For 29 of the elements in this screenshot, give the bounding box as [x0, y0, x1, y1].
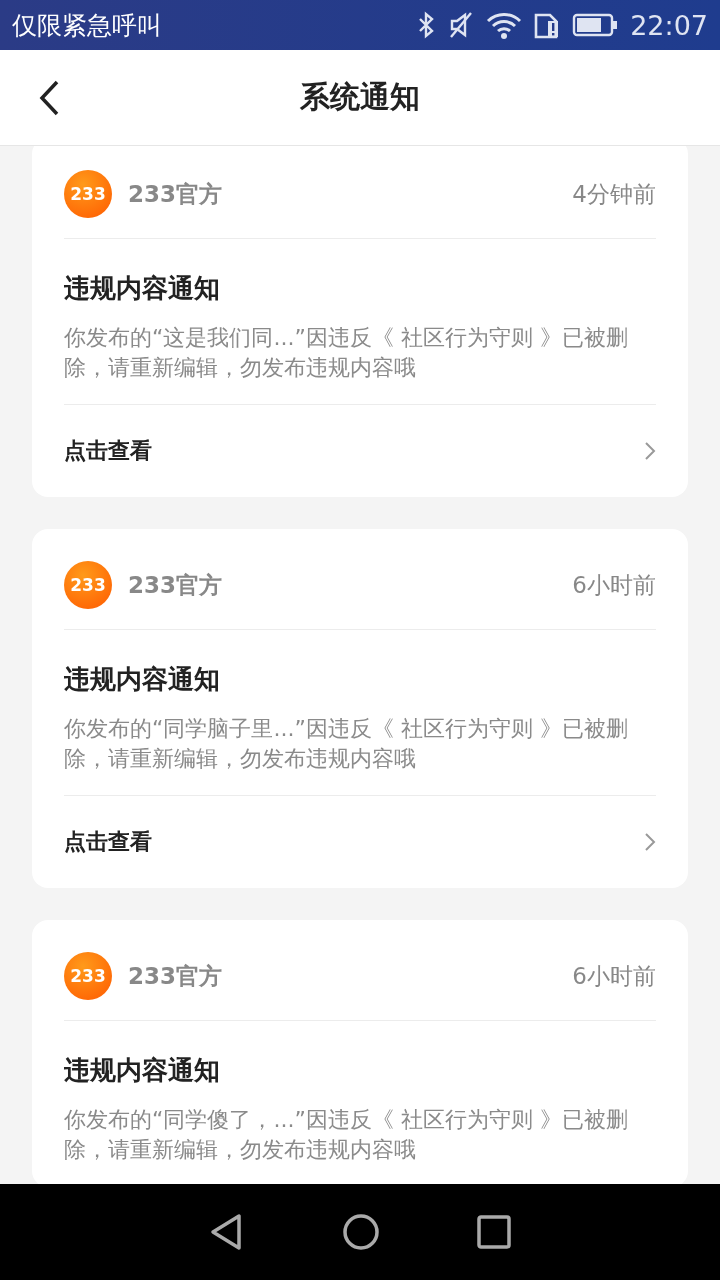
timestamp: 4分钟前: [572, 179, 656, 209]
view-link[interactable]: 点击查看: [64, 796, 656, 888]
mute-icon: [448, 11, 475, 39]
carrier-text: 仅限紧急呼叫: [12, 9, 162, 42]
home-icon[interactable]: [342, 1213, 380, 1251]
timestamp: 6小时前: [572, 961, 656, 991]
timestamp: 6小时前: [572, 570, 656, 600]
recents-icon[interactable]: [477, 1215, 512, 1249]
sim-alert-icon: [534, 11, 561, 39]
clock-text: 22:07: [630, 9, 708, 41]
notification-title: 违规内容通知: [64, 663, 221, 696]
sender-name: 233官方: [128, 179, 223, 209]
logo: 233: [64, 170, 112, 218]
notification-title: 违规内容通知: [64, 272, 221, 305]
battery-icon: [572, 12, 619, 38]
chevron-icon: [644, 832, 656, 852]
sender-name: 233官方: [128, 961, 223, 991]
chevron-icon: [644, 441, 656, 461]
back-icon[interactable]: [38, 80, 60, 116]
logo: 233: [64, 952, 112, 1000]
view-link[interactable]: 点击查看: [64, 405, 656, 497]
notification-message: 你发布的“这是我们同...”因违反《 社区行为守则 》已被删除，请重新编辑，勿发布违规内容哦: [64, 324, 629, 382]
notification-message: 你发布的“同学傻了，...”因违反《 社区行为守则 》已被删除，请重新编辑，勿发布违规内容哦: [64, 1106, 629, 1164]
page-title: 系统通知: [300, 78, 420, 116]
wifi-icon: [486, 11, 523, 39]
notification-title: 违规内容通知: [64, 1054, 221, 1087]
notification-message: 你发布的“同学脑子里...”因违反《 社区行为守则 》已被删除，请重新编辑，勿发布违规内容哦: [64, 715, 629, 773]
logo: 233: [64, 561, 112, 609]
sender-name: 233官方: [128, 570, 223, 600]
